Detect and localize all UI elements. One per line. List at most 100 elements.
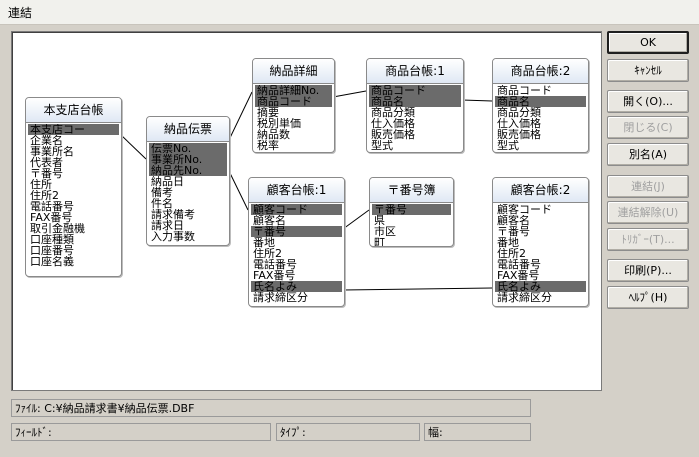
- table-honshiten[interactable]: 本支店台帳 本支店コー 企業名 事業所名 代表者 〒番号 住所 住所2 電話番号 FAX番号 取引…: [25, 97, 122, 277]
- table-field[interactable]: 顧客コード: [495, 204, 586, 215]
- print-button[interactable]: 印刷(P)...: [607, 259, 689, 282]
- field-list[interactable]: 本支店コー 企業名 事業所名 代表者 〒番号 住所 住所2 電話番号 FAX番号 取引金融機 口座種…: [26, 123, 121, 267]
- table-field[interactable]: 代表者: [28, 157, 119, 168]
- table-field[interactable]: 型式: [369, 140, 461, 151]
- table-field[interactable]: 住所2: [28, 190, 119, 201]
- table-field[interactable]: 〒番号: [372, 204, 451, 215]
- field-list[interactable]: 商品コード 商品名 商品分類 仕入価格 販売価格 型式: [367, 84, 463, 151]
- table-field[interactable]: 納品数: [255, 129, 332, 140]
- table-field[interactable]: 伝票No.: [149, 143, 227, 154]
- table-field[interactable]: 氏名よみ: [495, 281, 586, 292]
- table-field[interactable]: 請求備考: [149, 209, 227, 220]
- table-shohin-2[interactable]: 商品台帳:2 商品コード 商品名 商品分類 仕入価格 販売価格 型式: [492, 58, 589, 153]
- table-field[interactable]: 商品分類: [369, 107, 461, 118]
- relation-canvas[interactable]: 本支店台帳 本支店コー 企業名 事業所名 代表者 〒番号 住所 住所2 電話番号 FAX番号 取引…: [11, 31, 602, 391]
- open-button[interactable]: 開く(O)...: [607, 90, 689, 113]
- table-field[interactable]: 販売価格: [495, 129, 586, 140]
- table-field[interactable]: 商品コード: [495, 85, 586, 96]
- table-field[interactable]: 取引金融機: [28, 223, 119, 234]
- table-field[interactable]: 摘要: [255, 107, 332, 118]
- table-field[interactable]: 販売価格: [369, 129, 461, 140]
- table-field[interactable]: 請求締区分: [495, 292, 586, 303]
- table-field[interactable]: 納品日: [149, 176, 227, 187]
- table-field[interactable]: FAX番号: [251, 270, 342, 281]
- table-field[interactable]: 顧客コード: [251, 204, 342, 215]
- table-field[interactable]: 〒番号: [28, 168, 119, 179]
- close-button[interactable]: 閉じる(C): [607, 116, 689, 139]
- table-title: 商品台帳:1: [367, 59, 463, 84]
- table-field[interactable]: 住所2: [495, 248, 586, 259]
- table-title: 納品伝票: [147, 117, 229, 142]
- window-title: 連結: [8, 6, 33, 20]
- unlink-button[interactable]: 連結解除(U): [607, 201, 689, 224]
- table-field[interactable]: 市区: [372, 226, 451, 237]
- table-field[interactable]: 事業所No.: [149, 154, 227, 165]
- table-field[interactable]: 口座番号: [28, 245, 119, 256]
- table-field[interactable]: FAX番号: [495, 270, 586, 281]
- field-list[interactable]: 顧客コード 顧客名 〒番号 番地 住所2 電話番号 FAX番号 氏名よみ 請求締区分: [249, 203, 344, 303]
- type-field: ﾀｲﾌﾟ:: [276, 423, 420, 441]
- table-field[interactable]: 請求日: [149, 220, 227, 231]
- file-path-field: ﾌｧｲﾙ: C:¥納品請求書¥納品伝票.DBF: [11, 399, 531, 417]
- field-list[interactable]: 〒番号県市区町: [370, 203, 453, 246]
- link-button[interactable]: 連結(J): [607, 175, 689, 198]
- table-field[interactable]: 住所: [28, 179, 119, 190]
- alias-button[interactable]: 別名(A): [607, 143, 689, 166]
- table-field[interactable]: 顧客名: [495, 215, 586, 226]
- table-title: 納品詳細: [253, 59, 334, 84]
- table-field[interactable]: 税別単価: [255, 118, 332, 129]
- trigger-button[interactable]: ﾄﾘｶﾞｰ(T)...: [607, 228, 689, 251]
- field-name-field: ﾌｨｰﾙﾄﾞ:: [11, 423, 271, 441]
- table-field[interactable]: 氏名よみ: [251, 281, 342, 292]
- ok-button[interactable]: OK: [607, 31, 689, 54]
- table-field[interactable]: 納品先No.: [149, 165, 227, 176]
- table-nohin-denpyo[interactable]: 納品伝票 伝票No. 事業所No. 納品先No. 納品日 備考 件名 請求備考 請求日 入力事数: [146, 116, 230, 246]
- table-field[interactable]: 住所2: [251, 248, 342, 259]
- table-field[interactable]: 顧客名: [251, 215, 342, 226]
- table-field[interactable]: 商品名: [369, 96, 461, 107]
- table-field[interactable]: 仕入価格: [369, 118, 461, 129]
- table-yubin-bango[interactable]: 〒番号簿 〒番号県市区町: [369, 177, 454, 247]
- table-kokyaku-1[interactable]: 顧客台帳:1 顧客コード 顧客名 〒番号 番地 住所2 電話番号 FAX番号 氏名よみ 請求締区…: [248, 177, 345, 307]
- table-field[interactable]: 件名: [149, 198, 227, 209]
- table-field[interactable]: 本支店コー: [28, 124, 119, 135]
- table-field[interactable]: 県: [372, 215, 451, 226]
- table-field[interactable]: 〒番号: [495, 226, 586, 237]
- table-field[interactable]: 番地: [495, 237, 586, 248]
- table-field[interactable]: 事業所名: [28, 146, 119, 157]
- table-field[interactable]: 〒番号: [251, 226, 342, 237]
- table-field[interactable]: 備考: [149, 187, 227, 198]
- field-list[interactable]: 伝票No. 事業所No. 納品先No. 納品日 備考 件名 請求備考 請求日 入力事数: [147, 142, 229, 242]
- table-field[interactable]: 電話番号: [251, 259, 342, 270]
- table-field[interactable]: FAX番号: [28, 212, 119, 223]
- table-field[interactable]: 入力事数: [149, 231, 227, 242]
- table-field[interactable]: 電話番号: [495, 259, 586, 270]
- cancel-button[interactable]: ｷｬﾝｾﾙ: [607, 59, 689, 82]
- table-field[interactable]: 納品詳細No.: [255, 85, 332, 96]
- table-field[interactable]: 口座名義: [28, 256, 119, 267]
- help-button[interactable]: ﾍﾙﾌﾟ(H): [607, 286, 689, 309]
- table-nohin-shosai[interactable]: 納品詳細 納品詳細No. 商品コード 摘要 税別単価 納品数 税率: [252, 58, 335, 153]
- table-field[interactable]: 商品コード: [255, 96, 332, 107]
- field-list[interactable]: 納品詳細No. 商品コード 摘要 税別単価 納品数 税率: [253, 84, 334, 151]
- table-field[interactable]: 型式: [495, 140, 586, 151]
- table-field[interactable]: 番地: [251, 237, 342, 248]
- table-field[interactable]: 町: [372, 237, 451, 246]
- table-field[interactable]: 商品名: [495, 96, 586, 107]
- table-field[interactable]: 口座種類: [28, 234, 119, 245]
- table-kokyaku-2[interactable]: 顧客台帳:2 顧客コード 顧客名 〒番号 番地 住所2 電話番号 FAX番号 氏名よみ 請求締区…: [492, 177, 589, 307]
- table-field[interactable]: 仕入価格: [495, 118, 586, 129]
- field-list[interactable]: 顧客コード 顧客名 〒番号 番地 住所2 電話番号 FAX番号 氏名よみ 請求締区分: [493, 203, 588, 303]
- link-kokyaku1-yubin: [342, 209, 370, 230]
- link-denpyo-shosai: [227, 91, 253, 143]
- table-shohin-1[interactable]: 商品台帳:1 商品コード 商品名 商品分類 仕入価格 販売価格 型式: [366, 58, 464, 153]
- table-field[interactable]: 請求締区分: [251, 292, 342, 303]
- table-field[interactable]: 電話番号: [28, 201, 119, 212]
- table-field[interactable]: 商品コード: [369, 85, 461, 96]
- table-title: 本支店台帳: [26, 98, 121, 123]
- table-title: 〒番号簿: [370, 178, 453, 203]
- table-field[interactable]: 税率: [255, 140, 332, 151]
- table-field[interactable]: 商品分類: [495, 107, 586, 118]
- table-field[interactable]: 企業名: [28, 135, 119, 146]
- field-list[interactable]: 商品コード 商品名 商品分類 仕入価格 販売価格 型式: [493, 84, 588, 151]
